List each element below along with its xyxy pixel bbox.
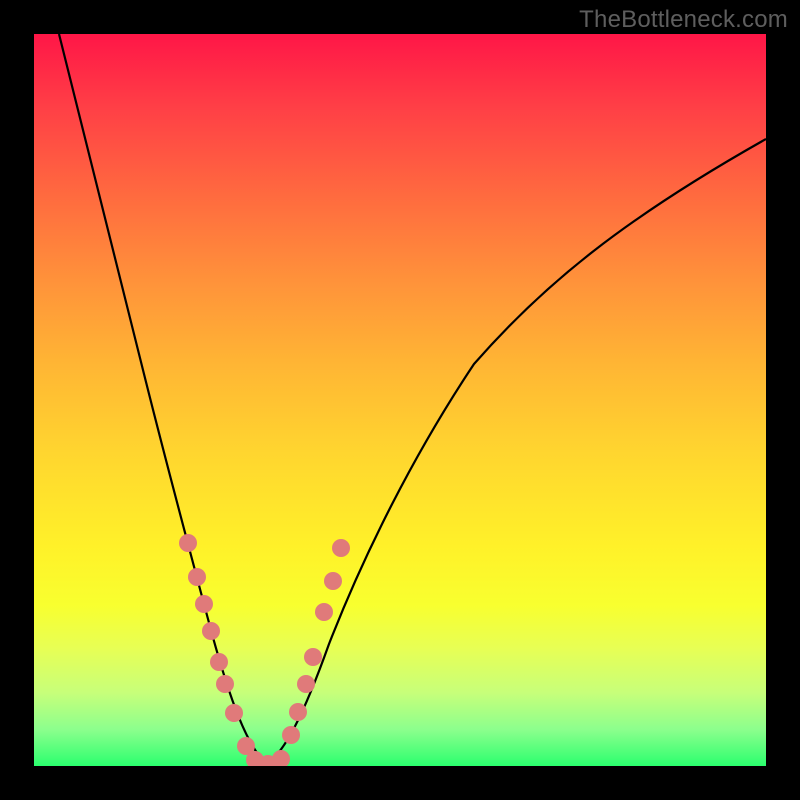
- dot: [315, 603, 333, 621]
- scatter-dots: [179, 534, 350, 766]
- dot: [304, 648, 322, 666]
- chart-frame: TheBottleneck.com: [0, 0, 800, 800]
- watermark-text: TheBottleneck.com: [579, 6, 788, 34]
- dot: [272, 750, 290, 766]
- dot: [188, 568, 206, 586]
- curve-group: [59, 34, 766, 764]
- dot: [282, 726, 300, 744]
- plot-area: [34, 34, 766, 766]
- left-curve: [59, 34, 266, 764]
- dot: [210, 653, 228, 671]
- dot: [195, 595, 213, 613]
- right-curve: [266, 139, 766, 764]
- dot: [216, 675, 234, 693]
- dot: [179, 534, 197, 552]
- chart-svg: [34, 34, 766, 766]
- dot: [324, 572, 342, 590]
- dot: [289, 703, 307, 721]
- dot: [332, 539, 350, 557]
- dot: [225, 704, 243, 722]
- dot: [202, 622, 220, 640]
- dot: [297, 675, 315, 693]
